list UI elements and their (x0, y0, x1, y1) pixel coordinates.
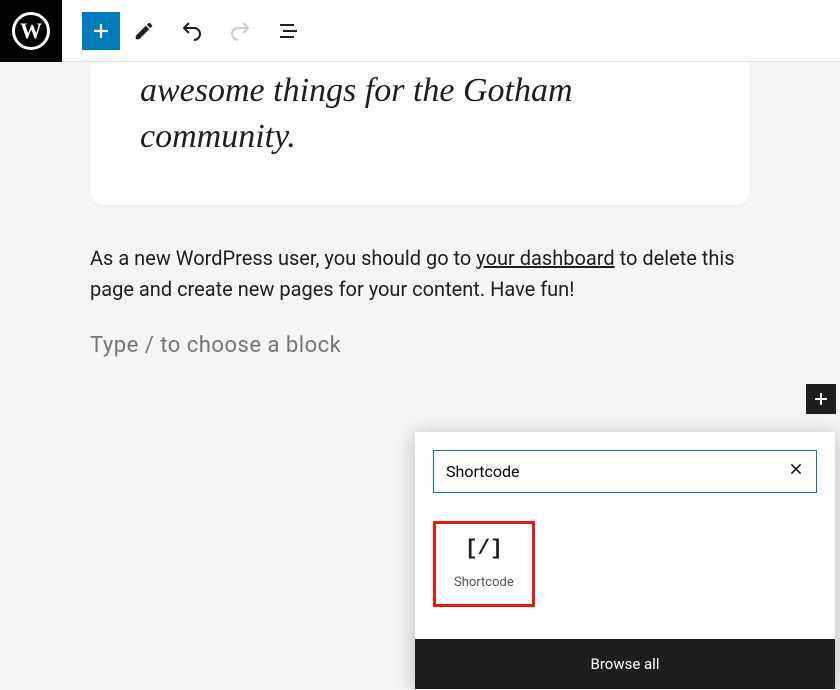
search-input-wrap (433, 450, 817, 493)
inserter-results: [/] Shortcode (415, 511, 835, 639)
wp-logo-icon: W (12, 12, 50, 50)
browse-all-button[interactable]: Browse all (415, 639, 835, 689)
block-inserter-popover: [/] Shortcode Browse all (415, 432, 835, 689)
undo-button[interactable] (168, 7, 216, 55)
dashboard-link[interactable]: your dashboard (476, 246, 614, 270)
inserter-search (415, 432, 835, 511)
search-input[interactable] (446, 462, 780, 481)
plus-icon (89, 19, 113, 43)
paragraph-text-prefix: As a new WordPress user, you should go t… (90, 246, 476, 270)
shortcode-icon: [/] (465, 538, 503, 561)
undo-icon (180, 19, 204, 43)
close-icon (788, 461, 804, 477)
edit-mode-button[interactable] (120, 7, 168, 55)
pencil-icon (133, 20, 155, 42)
editor-canvas: awesome things for the Gotham community.… (0, 62, 840, 358)
paragraph-block[interactable]: As a new WordPress user, you should go t… (90, 243, 750, 305)
plus-icon (811, 389, 831, 409)
quote-text: awesome things for the Gotham community. (140, 62, 700, 160)
placeholder-text: Type / to choose a block (90, 333, 341, 358)
document-overview-button[interactable] (264, 7, 312, 55)
quote-block[interactable]: awesome things for the Gotham community. (90, 62, 750, 205)
editor-toolbar: W (0, 0, 840, 62)
add-block-button[interactable] (82, 12, 120, 50)
list-view-icon (276, 19, 300, 43)
block-type-shortcode[interactable]: [/] Shortcode (433, 521, 535, 607)
inline-add-block-button[interactable] (806, 384, 836, 414)
redo-button (216, 7, 264, 55)
redo-icon (228, 19, 252, 43)
wp-logo[interactable]: W (0, 0, 62, 62)
toolbar-items (62, 7, 312, 55)
empty-block-placeholder[interactable]: Type / to choose a block (90, 333, 750, 358)
block-type-label: Shortcode (454, 575, 514, 590)
clear-search-button[interactable] (788, 461, 804, 482)
